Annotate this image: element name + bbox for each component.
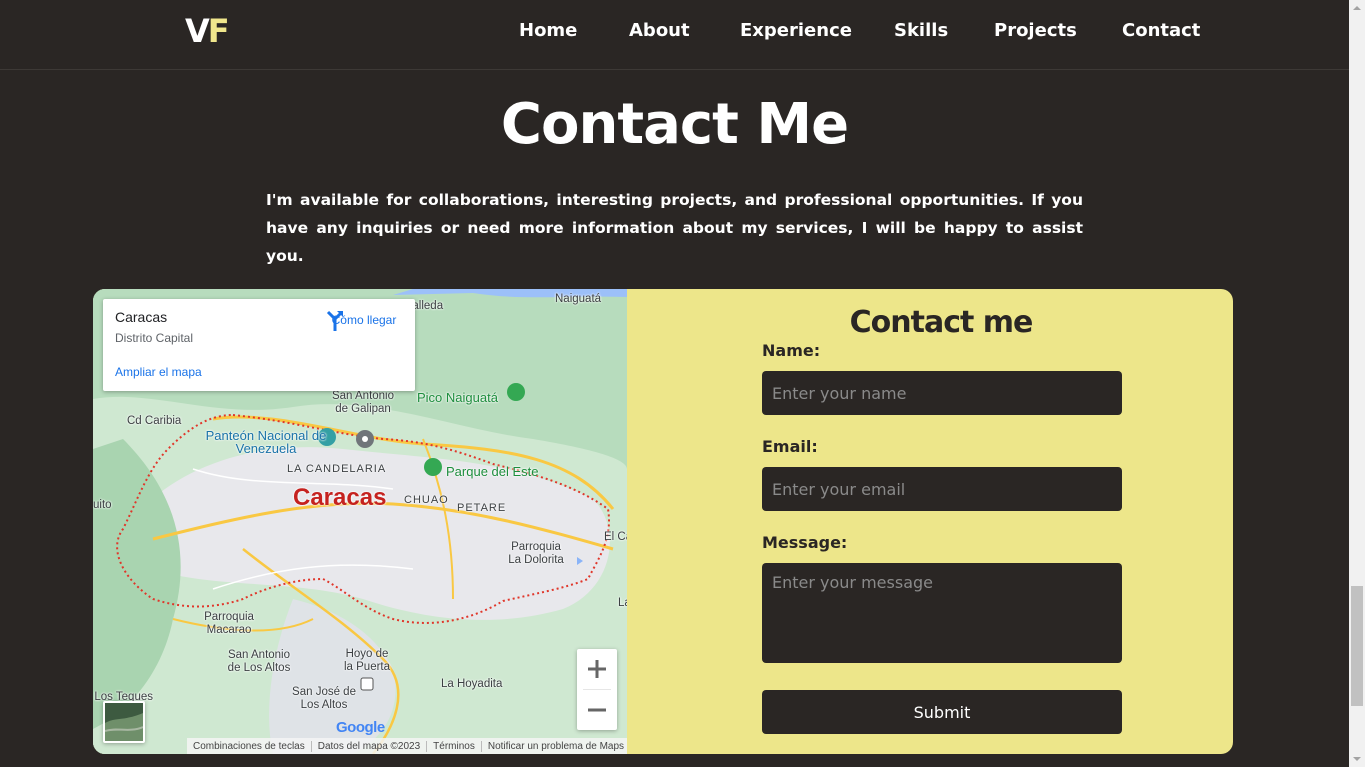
map-label-city: Caracas (293, 484, 387, 511)
satellite-thumbnail-icon (105, 703, 143, 741)
map-label-panteon: Panteón Nacional de Venezuela (205, 428, 327, 456)
map-label-hoyadita: La Hoyadita (441, 678, 503, 690)
expand-map-link[interactable]: Ampliar el mapa (115, 365, 202, 379)
terms-link[interactable]: Términos (427, 740, 482, 752)
message-label: Message: (762, 533, 848, 552)
page-title: Contact Me (500, 92, 849, 157)
nav-about[interactable]: About (629, 20, 690, 41)
scroll-up-arrow[interactable] (1349, 0, 1365, 16)
map-attribution: Combinaciones de teclas Datos del mapa ©… (187, 738, 627, 754)
logo[interactable]: VF (185, 12, 230, 50)
submit-button[interactable]: Submit (762, 690, 1122, 734)
name-input[interactable] (762, 371, 1122, 415)
place-card: Caracas Distrito Capital Ampliar el mapa… (103, 299, 415, 391)
minus-icon (588, 708, 606, 712)
place-subtitle: Distrito Capital (115, 331, 194, 345)
email-label: Email: (762, 437, 818, 456)
zoom-in-button[interactable] (577, 649, 617, 689)
zoom-controls (577, 649, 617, 730)
nav-skills[interactable]: Skills (894, 20, 948, 41)
map-label-naiguata: Naiguatá (555, 293, 602, 305)
form-title: Contact me (849, 305, 1034, 340)
scrollbar-thumb[interactable] (1351, 586, 1363, 706)
place-name: Caracas (115, 309, 168, 325)
nav-projects[interactable]: Projects (994, 20, 1077, 41)
map-label-parque: Parque del Este (446, 464, 539, 479)
satellite-layer-button[interactable] (103, 701, 145, 743)
logo-letter-f: F (207, 12, 230, 50)
nav-home[interactable]: Home (519, 20, 577, 41)
email-input[interactable] (762, 467, 1122, 511)
nav-contact[interactable]: Contact (1122, 20, 1200, 41)
name-label: Name: (762, 341, 821, 360)
map-label-petare: PETARE (457, 502, 507, 514)
nav-experience[interactable]: Experience (740, 20, 852, 41)
map-label-dolorita: Parroquia La Dolorita (508, 541, 564, 566)
map-label-la: La (618, 597, 627, 609)
map-label-los-altos: San Antonio de Los Altos (227, 649, 291, 674)
map-label-macarao: Parroquia Macarao (204, 611, 254, 636)
google-logo-text: Google (336, 719, 385, 736)
directions-button[interactable]: Cómo llegar (323, 309, 405, 331)
map-label-cd-caribia: Cd Caribia (127, 415, 182, 427)
logo-letter-v: V (185, 12, 210, 50)
zoom-out-button[interactable] (577, 690, 617, 730)
directions-icon (326, 310, 344, 331)
contact-card: balleda Naiguatá Cd Caribia San Antonio … (93, 289, 1233, 754)
map-label-san-antonio: San Antonio de Galipan (331, 390, 395, 415)
navbar: VF Home About Experience Skills Projects… (0, 0, 1349, 70)
map-label-candelaria: LA CANDELARIA (287, 463, 387, 475)
google-logo: Google (336, 719, 385, 736)
map-label-chuao: CHUAO (404, 494, 449, 506)
map-label-el-c: El Ca (604, 531, 627, 543)
intro-text: I'm available for collaborations, intere… (266, 191, 1083, 265)
map-label-uito: uito (93, 499, 112, 511)
chevron-up-icon (1353, 6, 1361, 10)
message-textarea[interactable] (762, 563, 1122, 663)
report-problem-link[interactable]: Notificar un problema de Maps (482, 741, 627, 752)
map-label-san-jose: San José de Los Altos (292, 686, 356, 711)
scroll-down-arrow[interactable] (1349, 751, 1365, 767)
map-label-hoyo: Hoyo de la Puerta (343, 648, 391, 673)
keyboard-shortcuts-link[interactable]: Combinaciones de teclas (187, 740, 312, 752)
map-label-pico: Pico Naiguatá (417, 390, 498, 405)
chevron-down-icon (1353, 757, 1361, 761)
plus-icon (588, 660, 606, 678)
map-embed[interactable]: balleda Naiguatá Cd Caribia San Antonio … (93, 289, 627, 754)
map-data-text: Datos del mapa ©2023 (312, 740, 428, 752)
